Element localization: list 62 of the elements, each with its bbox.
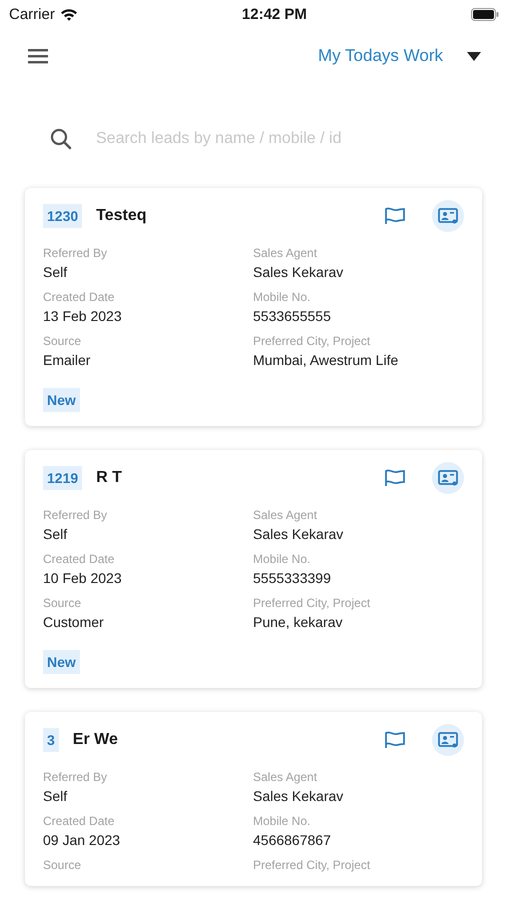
contact-card-icon (438, 208, 458, 224)
lead-name: Testeq (96, 207, 148, 225)
field-label: Preferred City, Project (253, 334, 372, 348)
lead-card[interactable]: 3 Er We Referred By Self Sales Agent Sales Kekarav Created Date 09 Jan 2023 Mobile No. 4566867867 Source Preferred City, Project (25, 712, 482, 886)
field-value: Sales Kekarav (253, 788, 344, 804)
lead-card[interactable]: 1230 Testeq Referred By Self Sales Agent Sales Kekarav Created Date 13 Feb 2023 Mobile No. 5533655555 Source Emailer Preferred City, Project Mumbai, Awestrum Life New (25, 188, 482, 426)
contact-card-icon (438, 470, 458, 486)
field-label: Referred By (43, 246, 108, 260)
field-value: Self (43, 526, 68, 542)
field-label: Mobile No. (253, 552, 312, 566)
field-value: 13 Feb 2023 (43, 308, 123, 324)
field-value: Customer (43, 614, 105, 630)
field-label: Created Date (43, 290, 116, 304)
wifi-icon (60, 8, 78, 20)
field-value: 5555333399 (253, 570, 332, 586)
flag-icon[interactable] (384, 731, 406, 749)
field-value: 5533655555 (253, 308, 332, 324)
field-label: Preferred City, Project (253, 858, 372, 872)
filter-dropdown[interactable]: My Todays Work (318, 46, 443, 66)
field-value: Emailer (43, 352, 92, 368)
field-value: 4566867867 (253, 832, 332, 848)
field-value: Self (43, 264, 68, 280)
field-value: Sales Kekarav (253, 526, 344, 542)
field-value: 10 Feb 2023 (43, 570, 123, 586)
field-label: Created Date (43, 814, 116, 828)
field-label: Mobile No. (253, 290, 312, 304)
contact-card-button[interactable] (432, 200, 464, 232)
status-time: 12:42 PM (242, 6, 307, 22)
contact-card-button[interactable] (432, 462, 464, 494)
flag-icon[interactable] (384, 469, 406, 487)
contact-card-icon (438, 732, 458, 748)
field-label: Referred By (43, 508, 108, 522)
lead-id: 3 (43, 728, 59, 752)
contact-card-button[interactable] (432, 724, 464, 756)
field-value: Sales Kekarav (253, 264, 344, 280)
search-icon (50, 128, 72, 150)
field-label: Source (43, 858, 82, 872)
field-value: Mumbai, Awestrum Life (253, 352, 400, 368)
field-label: Preferred City, Project (253, 596, 372, 610)
lead-id: 1230 (43, 204, 82, 228)
carrier-name: Carrier (9, 6, 55, 22)
field-value: 09 Jan 2023 (43, 832, 122, 848)
field-label: Source (43, 596, 82, 610)
field-value: Self (43, 788, 68, 804)
battery-icon (470, 8, 499, 20)
field-label: Created Date (43, 552, 116, 566)
lead-id: 1219 (43, 466, 82, 490)
field-label: Source (43, 334, 82, 348)
field-label: Referred By (43, 770, 108, 784)
menu-icon[interactable] (28, 48, 48, 64)
caret-icon[interactable] (467, 52, 481, 60)
field-label: Sales Agent (253, 246, 318, 260)
status-badge: New (43, 650, 80, 674)
lead-card[interactable]: 1219 R T Referred By Self Sales Agent Sales Kekarav Created Date 10 Feb 2023 Mobile No. 5555333399 Source Customer Preferred City, Project Pune, kekarav New (25, 450, 482, 688)
lead-name: Er We (72, 731, 119, 749)
lead-name: R T (96, 469, 123, 487)
field-label: Mobile No. (253, 814, 312, 828)
flag-icon[interactable] (384, 207, 406, 225)
field-label: Sales Agent (253, 508, 318, 522)
status-badge: New (43, 388, 80, 412)
field-value: Pune, kekarav (253, 614, 344, 630)
field-label: Sales Agent (253, 770, 318, 784)
